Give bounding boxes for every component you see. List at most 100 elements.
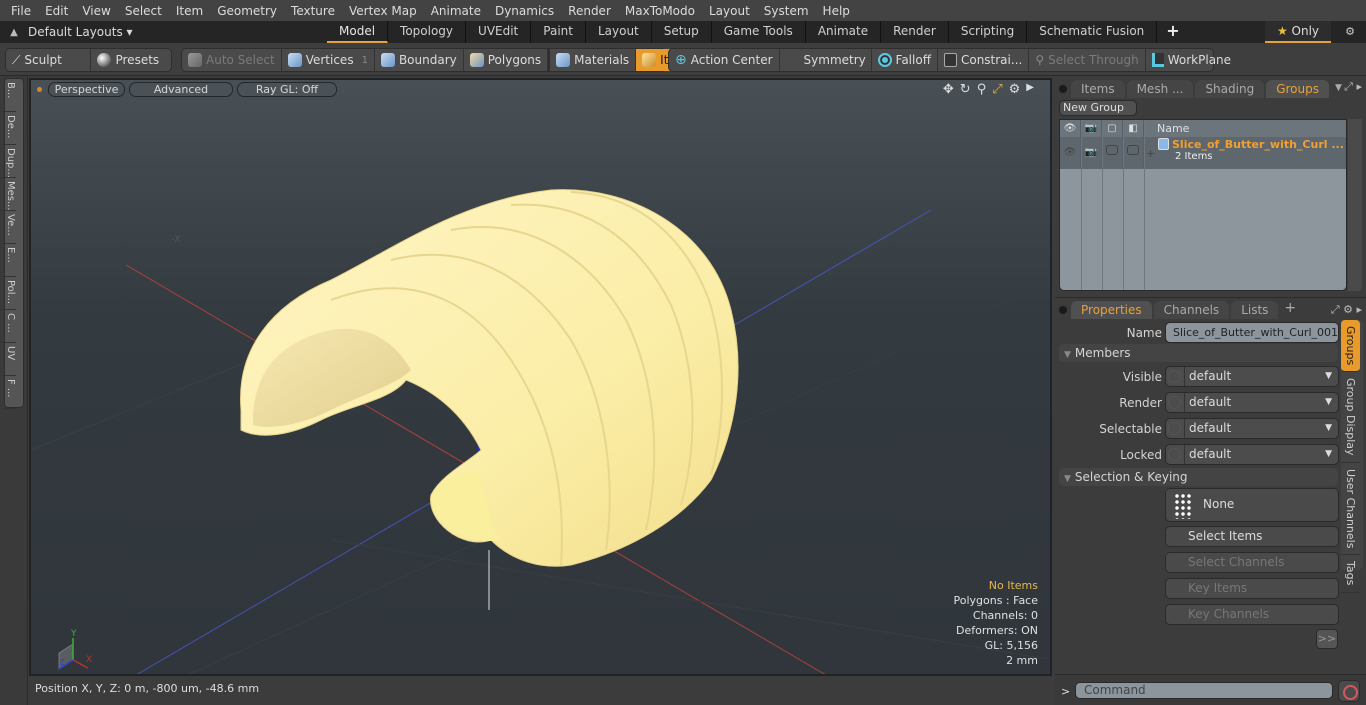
layout-tab-animate[interactable]: Animate bbox=[806, 21, 882, 43]
constraints-button[interactable]: Constrai... bbox=[938, 49, 1030, 71]
override-radio[interactable] bbox=[1168, 422, 1181, 435]
materials-button[interactable]: Materials bbox=[548, 49, 637, 71]
new-group-button[interactable]: New Group bbox=[1059, 100, 1137, 116]
left-tab[interactable]: Ve... bbox=[5, 211, 16, 244]
layout-selector[interactable]: Default Layouts ▾ bbox=[28, 25, 328, 39]
tabs-dropdown-icon[interactable]: ▼ bbox=[1335, 83, 1342, 93]
none-button[interactable]: None bbox=[1165, 488, 1339, 522]
menu-edit[interactable]: Edit bbox=[38, 4, 75, 18]
layout-tab-schematic-fusion[interactable]: Schematic Fusion bbox=[1027, 21, 1158, 43]
layout-tab-layout[interactable]: Layout bbox=[586, 21, 652, 43]
menu-item[interactable]: Item bbox=[169, 4, 210, 18]
left-tab[interactable]: E... bbox=[5, 244, 16, 277]
key-channels-button[interactable]: Key Channels bbox=[1165, 604, 1339, 625]
layout-tab-topology[interactable]: Topology bbox=[388, 21, 467, 43]
groups-panel-tab-items[interactable]: Items bbox=[1071, 80, 1125, 98]
menu-animate[interactable]: Animate bbox=[424, 4, 488, 18]
properties-panel-tab-properties[interactable]: Properties bbox=[1071, 301, 1152, 319]
groups-panel-tab-mesh[interactable]: Mesh ... bbox=[1126, 80, 1194, 98]
menu-vertex-map[interactable]: Vertex Map bbox=[342, 4, 424, 18]
sculpt-button[interactable]: ⟋ Sculpt bbox=[6, 49, 92, 71]
visibility-column-icon[interactable]: 👁 bbox=[1060, 120, 1081, 137]
override-radio[interactable] bbox=[1168, 370, 1181, 383]
add-tab-button[interactable]: + bbox=[1284, 300, 1296, 316]
menu-maxtomodo[interactable]: MaxToModo bbox=[618, 4, 702, 18]
falloff-button[interactable]: Falloff bbox=[872, 49, 938, 71]
auto-select-button[interactable]: Auto Select bbox=[182, 49, 282, 71]
menu-geometry[interactable]: Geometry bbox=[210, 4, 284, 18]
layout-tab-setup[interactable]: Setup bbox=[652, 21, 712, 43]
viewport-options-dot[interactable] bbox=[37, 87, 42, 92]
side-tab-user-channels[interactable]: User Channels bbox=[1341, 463, 1360, 556]
presets-button[interactable]: Presets bbox=[91, 49, 171, 71]
more-button[interactable]: >> bbox=[1316, 629, 1338, 649]
lock-column-icon[interactable]: ◧ bbox=[1123, 120, 1144, 137]
view-mode-button[interactable]: Perspective bbox=[48, 82, 125, 97]
name-field[interactable]: Slice_of_Butter_with_Curl_001 (3 bbox=[1165, 322, 1339, 343]
select-channels-button[interactable]: Select Channels bbox=[1165, 552, 1339, 573]
layout-tab-paint[interactable]: Paint bbox=[531, 21, 586, 43]
boundary-button[interactable]: Boundary bbox=[375, 49, 464, 71]
polygons-button[interactable]: Polygons bbox=[464, 49, 549, 71]
panel-expand-icon[interactable]: ⤢ ▸ bbox=[1344, 80, 1362, 94]
vertices-button[interactable]: Vertices 1 bbox=[282, 49, 375, 71]
left-tab[interactable]: B... bbox=[5, 79, 16, 112]
select-through-button[interactable]: ⚲ Select Through bbox=[1029, 49, 1146, 71]
shading-mode-button[interactable]: Advanced bbox=[129, 82, 233, 97]
members-section[interactable]: ▼ Members bbox=[1059, 344, 1338, 362]
layout-tab-model[interactable]: Model bbox=[327, 21, 389, 43]
lock-toggle[interactable] bbox=[1123, 137, 1144, 169]
workplane-button[interactable]: WorkPlane bbox=[1146, 49, 1237, 71]
group-list-scrollbar[interactable] bbox=[1348, 119, 1362, 291]
override-radio[interactable] bbox=[1168, 448, 1181, 461]
viewport-expand-icon[interactable]: ▶ bbox=[1026, 82, 1034, 97]
menu-system[interactable]: System bbox=[757, 4, 816, 18]
menu-help[interactable]: Help bbox=[816, 4, 857, 18]
left-tab[interactable]: Mes... bbox=[5, 178, 16, 211]
layout-tab-uvedit[interactable]: UVEdit bbox=[466, 21, 532, 43]
properties-panel-tab-channels[interactable]: Channels bbox=[1153, 301, 1230, 319]
left-tab[interactable]: UV bbox=[5, 343, 16, 376]
record-macro-icon[interactable] bbox=[1338, 680, 1360, 702]
action-center-button[interactable]: ⊕ Action Center bbox=[669, 49, 780, 71]
locked-dropdown[interactable]: default ▼ bbox=[1165, 444, 1339, 465]
side-tab-group-display[interactable]: Group Display bbox=[1341, 372, 1360, 463]
move-view-icon[interactable]: ✥ bbox=[943, 82, 954, 97]
symmetry-button[interactable]: Symmetry bbox=[780, 49, 872, 71]
add-layout-tab-button[interactable]: + bbox=[1157, 21, 1188, 43]
side-tab-groups[interactable]: Groups bbox=[1341, 320, 1360, 373]
panel-menu-dot[interactable] bbox=[1059, 85, 1067, 93]
layout-tab-game-tools[interactable]: Game Tools bbox=[712, 21, 806, 43]
name-column-header[interactable]: Name bbox=[1144, 120, 1189, 137]
3d-viewport[interactable]: -X Y X Z Perspective Advanced Ray GL: Of… bbox=[29, 78, 1052, 676]
selection-keying-section[interactable]: ▼ Selection & Keying bbox=[1059, 468, 1338, 486]
key-items-button[interactable]: Key Items bbox=[1165, 578, 1339, 599]
menu-render[interactable]: Render bbox=[561, 4, 618, 18]
gear-icon[interactable]: ⚙ bbox=[1340, 21, 1360, 43]
render-dropdown[interactable]: default ▼ bbox=[1165, 392, 1339, 413]
layout-tab-scripting[interactable]: Scripting bbox=[949, 21, 1028, 43]
visibility-toggle-icon[interactable]: 👁 bbox=[1060, 137, 1081, 169]
render-toggle-icon[interactable]: 📷 bbox=[1081, 137, 1102, 169]
group-item[interactable]: + Slice_of_Butter_with_Curl ... 2 Items bbox=[1144, 137, 1344, 169]
collapse-toolbar-icon[interactable]: ▲ bbox=[0, 27, 28, 38]
left-tab[interactable]: F ... bbox=[5, 376, 16, 409]
side-tab-tags[interactable]: Tags bbox=[1341, 555, 1360, 593]
groups-panel-tab-groups[interactable]: Groups bbox=[1266, 80, 1329, 98]
command-input[interactable]: Command bbox=[1075, 682, 1333, 699]
left-tab[interactable]: De... bbox=[5, 112, 16, 145]
left-tab[interactable]: C ... bbox=[5, 310, 16, 343]
layout-tab-render[interactable]: Render bbox=[881, 21, 949, 43]
viewport-settings-icon[interactable]: ⚙ bbox=[1009, 82, 1021, 97]
raygl-button[interactable]: Ray GL: Off bbox=[237, 82, 337, 97]
menu-view[interactable]: View bbox=[75, 4, 117, 18]
selectable-dropdown[interactable]: default ▼ bbox=[1165, 418, 1339, 439]
rotate-view-icon[interactable]: ↻ bbox=[960, 82, 971, 97]
select-column-icon[interactable]: ▢ bbox=[1102, 120, 1123, 137]
override-radio[interactable] bbox=[1168, 396, 1181, 409]
menu-dynamics[interactable]: Dynamics bbox=[488, 4, 561, 18]
left-tab[interactable]: Dup... bbox=[5, 145, 16, 178]
only-button[interactable]: ★ Only bbox=[1265, 21, 1331, 43]
expand-icon[interactable]: + bbox=[1146, 147, 1155, 160]
panel-settings-icon[interactable]: ⤢ ⚙ ▸ bbox=[1331, 303, 1362, 317]
